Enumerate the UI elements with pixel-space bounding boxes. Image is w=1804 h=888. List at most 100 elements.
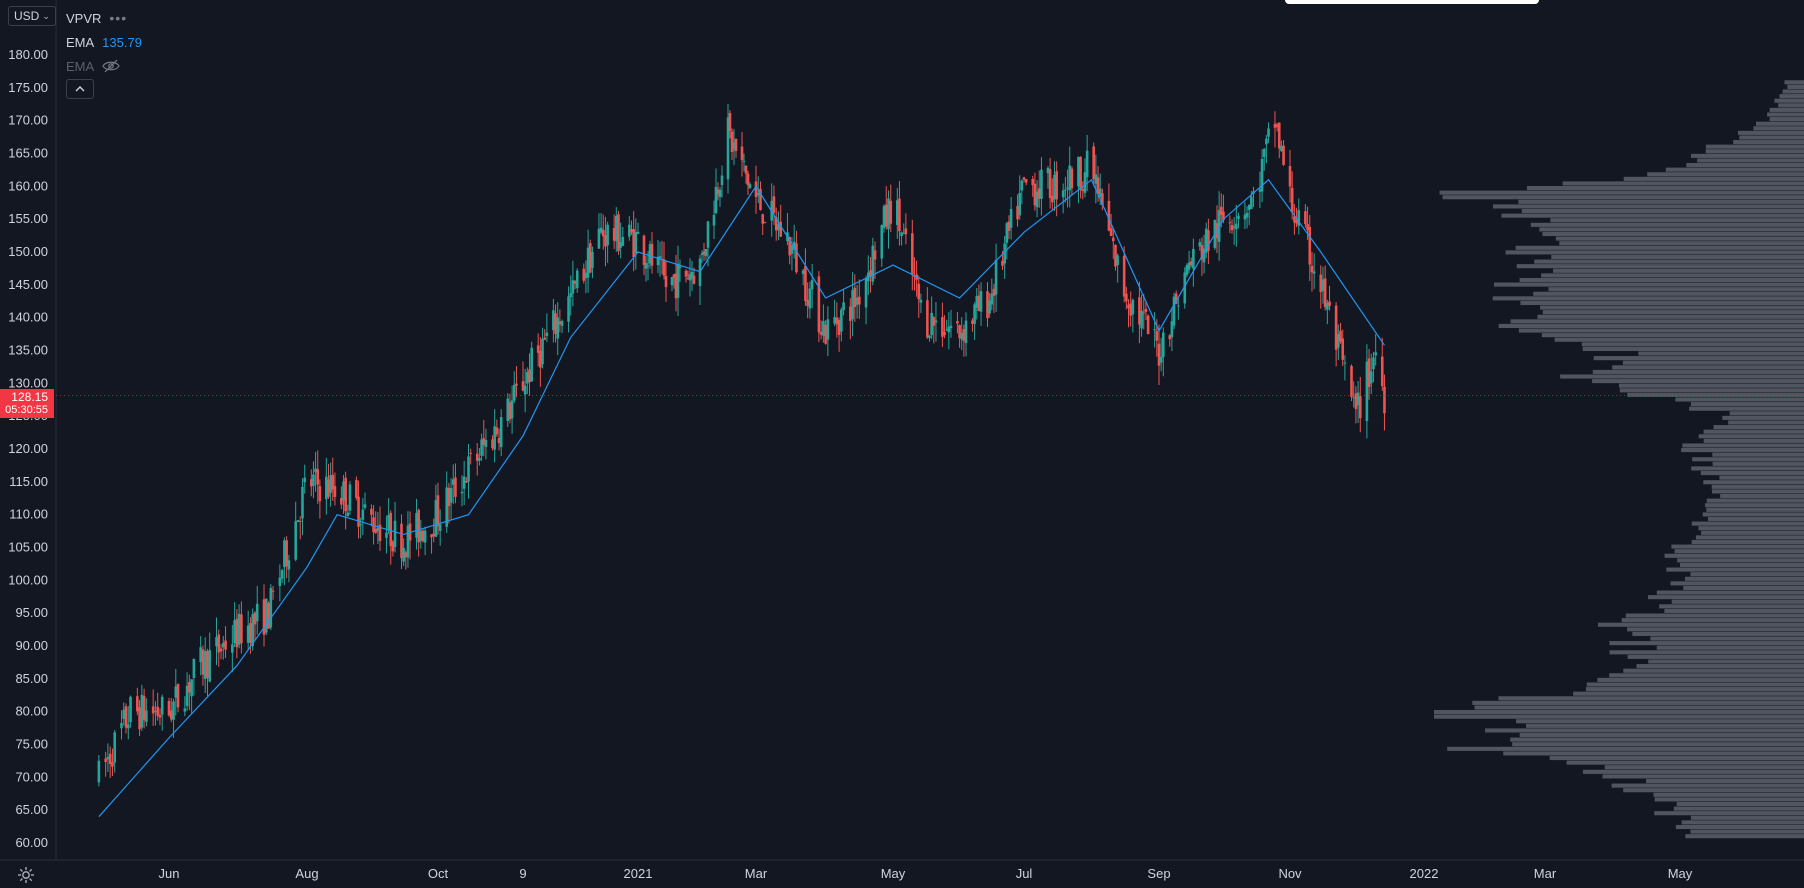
candle-body — [621, 237, 625, 246]
candle — [318, 479, 322, 519]
candle — [617, 210, 620, 255]
candle-body — [237, 613, 241, 645]
volume-profile-bar — [1701, 530, 1804, 535]
legend-row-vpvr[interactable]: VPVR ••• — [66, 6, 142, 30]
candle-body — [156, 706, 159, 716]
volume-profile-bar — [1722, 415, 1804, 420]
candle — [140, 684, 144, 731]
volume-profile-bar — [1627, 654, 1804, 659]
y-tick-label: 80.00 — [15, 704, 48, 719]
eye-crossed-icon[interactable] — [102, 59, 120, 73]
candle — [869, 256, 872, 293]
candle-body — [298, 520, 302, 522]
candle-body — [192, 658, 196, 678]
volume-profile-bar — [1534, 259, 1804, 264]
candle — [262, 584, 266, 647]
candle — [636, 222, 640, 235]
candle-body — [316, 469, 320, 485]
candle — [634, 218, 638, 270]
volume-profile-bar — [1690, 572, 1804, 577]
currency-selector[interactable]: USD ⌄ — [8, 6, 56, 26]
candle-body — [303, 477, 307, 483]
candle — [1207, 218, 1210, 264]
ema-label: EMA — [66, 34, 95, 50]
volume-profile-bar — [1782, 89, 1804, 94]
candle-body — [956, 321, 959, 324]
volume-profile-bar — [1706, 498, 1804, 503]
candle — [994, 243, 998, 312]
candle — [871, 237, 875, 286]
chart-area[interactable]: 60.00 65.00 70.00 75.00 80.00 85.00 90.00 95.00… — [0, 0, 1804, 888]
candle-body — [853, 287, 857, 307]
volume-profile-bar — [1519, 277, 1804, 283]
candle — [235, 609, 239, 659]
candle-body — [172, 701, 175, 720]
volume-profile-bar — [1677, 558, 1804, 563]
candle-body — [235, 618, 239, 648]
candle-body — [720, 175, 724, 186]
candle — [467, 444, 470, 499]
ema-value: 135.79 — [102, 34, 142, 50]
candle-body — [650, 243, 654, 266]
candle-body — [301, 486, 304, 519]
candle-body — [126, 724, 130, 729]
volume-profile-bar — [1501, 213, 1804, 218]
candle-body — [979, 291, 983, 312]
candle — [136, 687, 139, 716]
volume-profile-bar — [1602, 774, 1804, 779]
candle — [801, 268, 805, 286]
candle-body — [684, 270, 688, 277]
candle-body — [761, 214, 765, 224]
candle-body — [826, 319, 830, 340]
volume-profile-bar — [1623, 176, 1804, 181]
candle — [106, 743, 110, 772]
candle-body — [249, 623, 252, 644]
volume-profile-bar — [1498, 323, 1804, 329]
candle-body — [510, 400, 514, 419]
candle-body — [478, 457, 481, 461]
candle — [973, 302, 976, 341]
candle-body — [849, 306, 852, 321]
volume-profile-bar — [1691, 539, 1804, 545]
candle-body — [318, 486, 322, 502]
candle-body — [1312, 271, 1316, 274]
legend-row-ema-hidden[interactable]: EMA — [66, 54, 142, 78]
candle — [817, 271, 821, 343]
candle-body — [287, 560, 291, 570]
candle-body — [662, 259, 666, 276]
candle — [185, 672, 189, 711]
chevron-down-icon: ⌄ — [42, 11, 50, 21]
candle — [904, 213, 908, 245]
volume-profile-bar — [1573, 691, 1804, 696]
volume-profile-bar — [1690, 815, 1804, 820]
candle — [887, 190, 890, 249]
volume-profile-bar — [1674, 549, 1804, 554]
volume-profile-bar — [1638, 351, 1804, 356]
candle-body — [217, 634, 221, 653]
candle — [190, 679, 193, 715]
candle-body — [1161, 332, 1165, 357]
candle-body — [438, 524, 442, 531]
settings-icon[interactable] — [17, 866, 35, 884]
candle-body — [842, 302, 845, 311]
price-chart[interactable]: 60.00 65.00 70.00 75.00 80.00 85.00 90.00 95.00… — [0, 0, 1804, 888]
volume-profile-bar — [1597, 622, 1804, 627]
candle — [253, 611, 257, 640]
x-tick-label: May — [881, 866, 906, 881]
more-dots-icon[interactable]: ••• — [109, 10, 127, 26]
candle-body — [1146, 315, 1150, 335]
volume-profile-bar — [1548, 287, 1804, 292]
x-tick-label: 2021 — [624, 866, 653, 881]
collapse-legend-button[interactable] — [66, 79, 94, 99]
candle-body — [280, 570, 284, 579]
candle-body — [934, 320, 938, 323]
candle — [1070, 166, 1074, 196]
legend-row-ema[interactable]: EMA 135.79 — [66, 30, 142, 54]
candle — [650, 232, 654, 274]
candle — [1228, 215, 1232, 234]
candle — [772, 185, 776, 225]
volume-profile-bar — [1609, 673, 1804, 678]
candle-body — [754, 181, 758, 198]
candle — [203, 637, 207, 694]
volume-profile-bar — [1698, 434, 1804, 439]
